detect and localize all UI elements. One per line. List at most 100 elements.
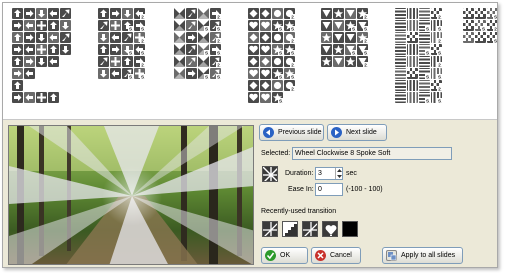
transition-option-icon[interactable] (48, 20, 59, 31)
transition-option-icon[interactable] (60, 44, 71, 55)
transition-option-icon[interactable]: 2 (210, 8, 221, 19)
transition-option-icon[interactable] (98, 56, 109, 67)
transition-option-icon[interactable] (321, 32, 332, 43)
transition-option-icon[interactable]: S (431, 92, 442, 103)
transition-option-icon[interactable] (321, 56, 332, 67)
transition-option-icon[interactable] (60, 32, 71, 43)
transition-option-icon[interactable] (395, 32, 406, 43)
transition-option-icon[interactable] (36, 32, 47, 43)
transition-option-icon[interactable]: S (272, 20, 283, 31)
recent-transition-staircase-icon[interactable] (282, 221, 298, 237)
transition-option-icon[interactable]: S (345, 20, 356, 31)
transition-option-icon[interactable] (98, 8, 109, 19)
transition-option-icon[interactable] (272, 32, 283, 43)
transition-option-icon[interactable] (12, 92, 23, 103)
transition-option-icon[interactable]: 2 (284, 80, 295, 91)
transition-option-icon[interactable] (174, 8, 185, 19)
transition-option-icon[interactable] (36, 56, 47, 67)
transition-option-icon[interactable]: S (487, 32, 497, 43)
transition-option-icon[interactable]: 2 (357, 8, 368, 19)
transition-option-icon[interactable] (395, 92, 406, 103)
transition-option-icon[interactable] (272, 56, 283, 67)
transition-option-icon[interactable] (186, 44, 197, 55)
transition-option-icon[interactable] (260, 92, 271, 103)
recent-transition-wheel-spoke-icon[interactable] (302, 221, 318, 237)
transition-option-icon[interactable] (333, 56, 344, 67)
transition-option-icon[interactable] (407, 80, 418, 91)
transition-option-icon[interactable] (98, 20, 109, 31)
transition-option-icon[interactable] (248, 56, 259, 67)
transition-option-icon[interactable]: S (210, 68, 221, 79)
transition-option-icon[interactable] (186, 8, 197, 19)
transition-option-icon[interactable] (395, 8, 406, 19)
transition-option-icon[interactable] (110, 8, 121, 19)
transition-option-icon[interactable] (260, 56, 271, 67)
transition-option-icon[interactable] (419, 32, 430, 43)
transition-option-icon[interactable] (419, 56, 430, 67)
transition-option-icon[interactable]: S (122, 68, 133, 79)
transition-option-icon[interactable]: S (210, 44, 221, 55)
transition-option-icon[interactable] (419, 80, 430, 91)
transition-option-icon[interactable] (98, 44, 109, 55)
transition-option-icon[interactable] (248, 44, 259, 55)
transition-option-icon[interactable] (272, 80, 283, 91)
transition-option-icon[interactable]: 2 (431, 8, 442, 19)
transition-option-icon[interactable] (48, 32, 59, 43)
transition-option-icon[interactable] (260, 80, 271, 91)
transition-option-icon[interactable]: S (284, 68, 295, 79)
transition-option-icon[interactable] (186, 32, 197, 43)
transition-option-icon[interactable]: 2 (487, 20, 497, 31)
transition-option-icon[interactable] (395, 68, 406, 79)
transition-option-icon[interactable] (24, 56, 35, 67)
transition-option-icon[interactable] (24, 44, 35, 55)
transition-option-icon[interactable]: S (487, 8, 497, 19)
transition-option-icon[interactable]: 2 (431, 32, 442, 43)
transition-option-icon[interactable]: S (134, 68, 145, 79)
transition-option-icon[interactable] (12, 80, 23, 91)
transition-option-icon[interactable]: 2 (134, 56, 145, 67)
transition-option-icon[interactable] (260, 20, 271, 31)
transition-option-icon[interactable] (407, 68, 418, 79)
transition-option-icon[interactable] (419, 8, 430, 19)
transition-option-icon[interactable] (60, 8, 71, 19)
transition-option-icon[interactable]: 2 (134, 32, 145, 43)
transition-option-icon[interactable]: S (210, 20, 221, 31)
transition-option-icon[interactable]: 2 (134, 8, 145, 19)
transition-option-icon[interactable] (12, 8, 23, 19)
transition-option-icon[interactable]: 2 (357, 32, 368, 43)
transition-option-icon[interactable] (186, 56, 197, 67)
transition-option-icon[interactable] (12, 20, 23, 31)
transition-option-icon[interactable]: S (284, 20, 295, 31)
transition-option-icon[interactable] (407, 92, 418, 103)
transition-option-icon[interactable] (24, 68, 35, 79)
transition-option-icon[interactable] (98, 68, 109, 79)
transition-option-icon[interactable] (260, 32, 271, 43)
duration-spinner-icon[interactable] (335, 168, 342, 179)
transition-option-icon[interactable] (48, 92, 59, 103)
transition-option-icon[interactable] (395, 80, 406, 91)
transition-option-icon[interactable] (174, 20, 185, 31)
transition-option-icon[interactable]: 2 (431, 80, 442, 91)
transition-option-icon[interactable] (333, 20, 344, 31)
transition-option-icon[interactable]: S (122, 20, 133, 31)
transition-option-icon[interactable] (36, 20, 47, 31)
transition-option-icon[interactable] (248, 92, 259, 103)
transition-option-icon[interactable]: S (431, 44, 442, 55)
transition-option-icon[interactable]: 2 (431, 56, 442, 67)
transition-option-icon[interactable] (186, 68, 197, 79)
transition-option-icon[interactable] (463, 32, 474, 43)
transition-option-icon[interactable] (260, 8, 271, 19)
transition-option-icon[interactable] (12, 44, 23, 55)
transition-option-icon[interactable] (475, 8, 486, 19)
transition-option-icon[interactable] (198, 56, 209, 67)
transition-option-icon[interactable] (36, 44, 47, 55)
duration-input[interactable]: 3 (315, 167, 343, 180)
transition-option-icon[interactable] (345, 8, 356, 19)
transition-option-icon[interactable]: S (475, 20, 486, 31)
recent-transition-black-fill-icon[interactable] (342, 221, 358, 237)
apply-to-all-button[interactable]: Apply to all slides (382, 247, 463, 264)
transition-option-icon[interactable] (48, 56, 59, 67)
transition-option-icon[interactable] (174, 56, 185, 67)
transition-option-icon[interactable] (110, 32, 121, 43)
transition-option-icon[interactable]: S (284, 44, 295, 55)
